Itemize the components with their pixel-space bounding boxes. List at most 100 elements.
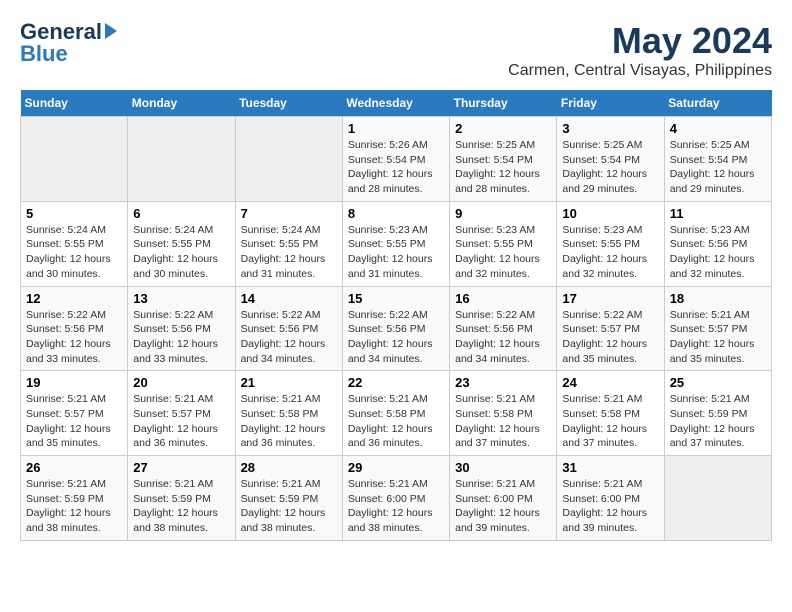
- day-number: 13: [133, 291, 229, 306]
- day-info: Sunrise: 5:21 AM Sunset: 6:00 PM Dayligh…: [348, 477, 444, 536]
- calendar-cell: 27 Sunrise: 5:21 AM Sunset: 5:59 PM Dayli…: [128, 456, 235, 541]
- calendar-cell: 28 Sunrise: 5:21 AM Sunset: 5:59 PM Dayli…: [235, 456, 342, 541]
- day-number: 3: [562, 121, 658, 136]
- calendar-cell: 15Sunrise: 5:22 AM Sunset: 5:56 PM Dayli…: [342, 286, 449, 371]
- calendar-cell: 16 Sunrise: 5:22 AM Sunset: 5:56 PM Dayli…: [450, 286, 557, 371]
- calendar-cell: 12Sunrise: 5:22 AM Sunset: 5:56 PM Dayli…: [21, 286, 128, 371]
- day-info: Sunrise: 5:21 AM Sunset: 6:00 PM Dayligh…: [455, 477, 551, 536]
- logo-blue: Blue: [20, 42, 68, 66]
- day-number: 21: [241, 375, 337, 390]
- calendar-cell: [664, 456, 771, 541]
- calendar-cell: 23 Sunrise: 5:21 AM Sunset: 5:58 PM Dayli…: [450, 371, 557, 456]
- calendar-cell: 8Sunrise: 5:23 AM Sunset: 5:55 PM Daylig…: [342, 201, 449, 286]
- day-number: 14: [241, 291, 337, 306]
- day-number: 11: [670, 206, 766, 221]
- calendar-cell: 7 Sunrise: 5:24 AM Sunset: 5:55 PM Daylig…: [235, 201, 342, 286]
- day-number: 8: [348, 206, 444, 221]
- day-info: Sunrise: 5:24 AM Sunset: 5:55 PM Dayligh…: [133, 223, 229, 282]
- weekday-header-wednesday: Wednesday: [342, 90, 449, 117]
- day-info: Sunrise: 5:26 AM Sunset: 5:54 PM Dayligh…: [348, 138, 444, 197]
- calendar-cell: [235, 117, 342, 202]
- day-number: 4: [670, 121, 766, 136]
- day-number: 7: [241, 206, 337, 221]
- day-number: 27: [133, 460, 229, 475]
- calendar-cell: 31 Sunrise: 5:21 AM Sunset: 6:00 PM Dayli…: [557, 456, 664, 541]
- calendar-cell: [21, 117, 128, 202]
- calendar-cell: 13 Sunrise: 5:22 AM Sunset: 5:56 PM Dayli…: [128, 286, 235, 371]
- weekday-header-thursday: Thursday: [450, 90, 557, 117]
- day-number: 16: [455, 291, 551, 306]
- calendar-week-row: 12 Sunrise: 5:22 AM Sunset: 5:56 PM Dayli…: [21, 286, 772, 371]
- day-info: Sunrise: 5:21 AM Sunset: 5:58 PM Dayligh…: [241, 392, 337, 451]
- day-number: 19: [26, 375, 122, 390]
- day-info: Sunrise: 5:22 AM Sunset: 5:57 PM Dayligh…: [562, 308, 658, 367]
- calendar-cell: 25Sunrise: 5:21 AM Sunset: 5:59 PM Dayli…: [664, 371, 771, 456]
- day-info: Sunrise: 5:24 AM Sunset: 5:55 PM Dayligh…: [241, 223, 337, 282]
- weekday-header-monday: Monday: [128, 90, 235, 117]
- day-info: Sunrise: 5:21 AM Sunset: 5:58 PM Dayligh…: [455, 392, 551, 451]
- day-number: 29: [348, 460, 444, 475]
- day-info: Sunrise: 5:22 AM Sunset: 5:56 PM Dayligh…: [348, 308, 444, 367]
- logo: General Blue: [20, 20, 117, 66]
- day-number: 5: [26, 206, 122, 221]
- calendar-cell: 5 Sunrise: 5:24 AM Sunset: 5:55 PM Daylig…: [21, 201, 128, 286]
- day-info: Sunrise: 5:25 AM Sunset: 5:54 PM Dayligh…: [562, 138, 658, 197]
- day-info: Sunrise: 5:24 AM Sunset: 5:55 PM Dayligh…: [26, 223, 122, 282]
- day-info: Sunrise: 5:21 AM Sunset: 5:57 PM Dayligh…: [133, 392, 229, 451]
- day-info: Sunrise: 5:21 AM Sunset: 5:59 PM Dayligh…: [133, 477, 229, 536]
- calendar-cell: 24Sunrise: 5:21 AM Sunset: 5:58 PM Dayli…: [557, 371, 664, 456]
- calendar-week-row: 1Sunrise: 5:26 AM Sunset: 5:54 PM Daylig…: [21, 117, 772, 202]
- day-info: Sunrise: 5:22 AM Sunset: 5:56 PM Dayligh…: [455, 308, 551, 367]
- calendar-cell: 26Sunrise: 5:21 AM Sunset: 5:59 PM Dayli…: [21, 456, 128, 541]
- day-number: 28: [241, 460, 337, 475]
- calendar-cell: 3 Sunrise: 5:25 AM Sunset: 5:54 PM Daylig…: [557, 117, 664, 202]
- day-info: Sunrise: 5:23 AM Sunset: 5:55 PM Dayligh…: [562, 223, 658, 282]
- calendar-cell: 11Sunrise: 5:23 AM Sunset: 5:56 PM Dayli…: [664, 201, 771, 286]
- calendar-cell: [128, 117, 235, 202]
- day-info: Sunrise: 5:25 AM Sunset: 5:54 PM Dayligh…: [670, 138, 766, 197]
- day-info: Sunrise: 5:21 AM Sunset: 5:58 PM Dayligh…: [348, 392, 444, 451]
- day-number: 9: [455, 206, 551, 221]
- day-info: Sunrise: 5:21 AM Sunset: 5:57 PM Dayligh…: [670, 308, 766, 367]
- day-number: 12: [26, 291, 122, 306]
- calendar-cell: 10Sunrise: 5:23 AM Sunset: 5:55 PM Dayli…: [557, 201, 664, 286]
- title-block: May 2024 Carmen, Central Visayas, Philip…: [508, 20, 772, 80]
- day-number: 23: [455, 375, 551, 390]
- day-number: 22: [348, 375, 444, 390]
- calendar-cell: 20 Sunrise: 5:21 AM Sunset: 5:57 PM Dayli…: [128, 371, 235, 456]
- day-info: Sunrise: 5:21 AM Sunset: 5:59 PM Dayligh…: [241, 477, 337, 536]
- calendar-cell: 30Sunrise: 5:21 AM Sunset: 6:00 PM Dayli…: [450, 456, 557, 541]
- day-number: 20: [133, 375, 229, 390]
- day-info: Sunrise: 5:21 AM Sunset: 5:57 PM Dayligh…: [26, 392, 122, 451]
- day-info: Sunrise: 5:21 AM Sunset: 5:58 PM Dayligh…: [562, 392, 658, 451]
- day-info: Sunrise: 5:23 AM Sunset: 5:55 PM Dayligh…: [455, 223, 551, 282]
- weekday-header-tuesday: Tuesday: [235, 90, 342, 117]
- calendar-table: SundayMondayTuesdayWednesdayThursdayFrid…: [20, 90, 772, 541]
- month-title: May 2024: [508, 20, 772, 62]
- weekday-header-friday: Friday: [557, 90, 664, 117]
- day-number: 2: [455, 121, 551, 136]
- calendar-cell: 29 Sunrise: 5:21 AM Sunset: 6:00 PM Dayli…: [342, 456, 449, 541]
- day-info: Sunrise: 5:22 AM Sunset: 5:56 PM Dayligh…: [241, 308, 337, 367]
- calendar-cell: 9 Sunrise: 5:23 AM Sunset: 5:55 PM Daylig…: [450, 201, 557, 286]
- day-number: 6: [133, 206, 229, 221]
- day-number: 26: [26, 460, 122, 475]
- weekday-header-row: SundayMondayTuesdayWednesdayThursdayFrid…: [21, 90, 772, 117]
- weekday-header-sunday: Sunday: [21, 90, 128, 117]
- page-header: General Blue May 2024 Carmen, Central Vi…: [20, 20, 772, 80]
- day-number: 18: [670, 291, 766, 306]
- day-number: 17: [562, 291, 658, 306]
- calendar-cell: 2Sunrise: 5:25 AM Sunset: 5:54 PM Daylig…: [450, 117, 557, 202]
- weekday-header-saturday: Saturday: [664, 90, 771, 117]
- calendar-week-row: 5 Sunrise: 5:24 AM Sunset: 5:55 PM Daylig…: [21, 201, 772, 286]
- calendar-cell: 17 Sunrise: 5:22 AM Sunset: 5:57 PM Dayli…: [557, 286, 664, 371]
- day-info: Sunrise: 5:22 AM Sunset: 5:56 PM Dayligh…: [133, 308, 229, 367]
- day-number: 31: [562, 460, 658, 475]
- day-number: 25: [670, 375, 766, 390]
- day-info: Sunrise: 5:21 AM Sunset: 6:00 PM Dayligh…: [562, 477, 658, 536]
- calendar-cell: 4 Sunrise: 5:25 AM Sunset: 5:54 PM Daylig…: [664, 117, 771, 202]
- calendar-week-row: 19 Sunrise: 5:21 AM Sunset: 5:57 PM Dayli…: [21, 371, 772, 456]
- calendar-cell: 6 Sunrise: 5:24 AM Sunset: 5:55 PM Daylig…: [128, 201, 235, 286]
- calendar-cell: 22 Sunrise: 5:21 AM Sunset: 5:58 PM Dayli…: [342, 371, 449, 456]
- calendar-cell: 18 Sunrise: 5:21 AM Sunset: 5:57 PM Dayli…: [664, 286, 771, 371]
